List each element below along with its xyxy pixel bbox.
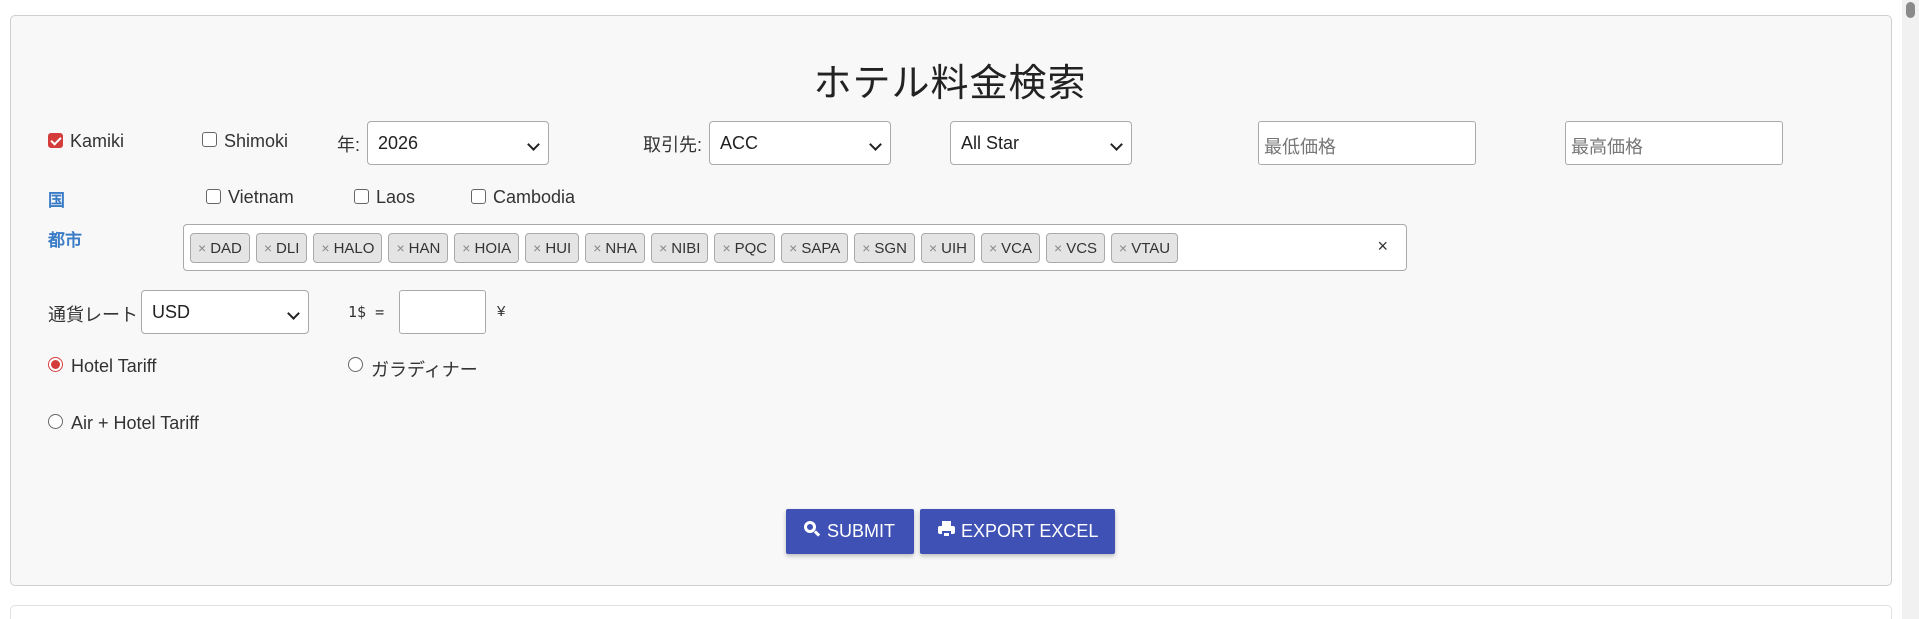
kamiki-label: Kamiki [70, 131, 125, 151]
export-label: EXPORT EXCEL [961, 521, 1099, 541]
city-tag: × SAPA [781, 233, 849, 263]
shimoki-checkbox[interactable] [202, 132, 217, 147]
city-multiselect[interactable]: × DAD × DLI × HALO × HAN × HOIA × HUI × NHA × NIBI × PQC ×… [183, 224, 1407, 271]
city-tag-label: HALO [333, 240, 375, 257]
remove-tag-icon[interactable]: × [929, 240, 937, 262]
max-price-input[interactable]: 最高価格 [1565, 121, 1783, 165]
city-tag: × HOIA [454, 233, 520, 263]
city-tag-label: HAN [408, 240, 441, 257]
remove-tag-icon[interactable]: × [593, 240, 601, 262]
rate-input[interactable] [399, 290, 486, 334]
city-tag-label: NIBI [671, 240, 701, 257]
laos-label: Laos [376, 187, 416, 207]
partner-select[interactable]: ACC [709, 121, 891, 165]
page-title: ホテル料金検索 [813, 61, 1087, 105]
remove-tag-icon[interactable]: × [198, 240, 206, 262]
hotel-tariff-label: Hotel Tariff [71, 356, 157, 376]
partner-select-value: ACC [720, 133, 759, 153]
remove-tag-icon[interactable]: × [264, 240, 272, 262]
chevron-down-icon [527, 138, 540, 151]
remove-tag-icon[interactable]: × [659, 240, 667, 262]
chevron-down-icon [869, 138, 882, 151]
remove-tag-icon[interactable]: × [862, 240, 870, 262]
city-tag: × HAN [388, 233, 449, 263]
currency-select[interactable]: USD [141, 290, 309, 334]
max-price-placeholder: 最高価格 [1571, 137, 1643, 157]
remove-tag-icon[interactable]: × [789, 240, 797, 262]
city-tag-label: DLI [276, 240, 300, 257]
remove-tag-icon[interactable]: × [396, 240, 404, 262]
cambodia-checkbox[interactable] [471, 189, 486, 204]
city-tag-label: SGN [874, 240, 907, 257]
remove-tag-icon[interactable]: × [722, 240, 730, 262]
remove-tag-icon[interactable]: × [533, 240, 541, 262]
city-tag-label: VCS [1066, 240, 1098, 257]
min-price-placeholder: 最低価格 [1264, 137, 1336, 157]
city-tag: × SGN [854, 233, 915, 263]
city-tag: × VTAU [1111, 233, 1179, 263]
city-label: 都市 [48, 231, 82, 250]
city-tag: × HUI [525, 233, 580, 263]
vietnam-label: Vietnam [228, 187, 294, 207]
city-tag: × HALO [313, 233, 383, 263]
laos-checkbox[interactable] [354, 189, 369, 204]
city-tag-label: VTAU [1131, 240, 1171, 257]
city-tag: × PQC [714, 233, 776, 263]
year-select-value: 2026 [378, 133, 419, 153]
city-tag-label: HUI [545, 240, 572, 257]
city-tag: × VCS [1046, 233, 1106, 263]
city-tag-label: SAPA [801, 240, 841, 257]
gala-dinner-label: ガラディナー [371, 360, 478, 380]
gala-dinner-radio[interactable] [348, 357, 363, 372]
cambodia-label: Cambodia [493, 187, 576, 207]
city-tag-label: PQC [734, 240, 768, 257]
export-excel-button[interactable]: EXPORT EXCEL [920, 509, 1115, 554]
city-tag: × VCA [980, 233, 1040, 263]
city-tag-label: VCA [1001, 240, 1032, 257]
chevron-down-icon [287, 307, 300, 320]
remove-tag-icon[interactable]: × [462, 240, 470, 262]
rate-prefix: 1$ = [348, 303, 385, 321]
min-price-input[interactable]: 最低価格 [1258, 121, 1476, 165]
city-tag-label: HOIA [474, 240, 512, 257]
shimoki-label: Shimoki [224, 131, 289, 151]
star-select[interactable]: All Star [950, 121, 1132, 165]
city-tag-label: UIH [941, 240, 967, 257]
air-hotel-tariff-radio[interactable] [48, 414, 63, 429]
country-label: 国 [48, 191, 65, 210]
yen-symbol: ¥ [497, 303, 506, 320]
results-panel [10, 605, 1892, 619]
city-tag: × UIH [920, 233, 975, 263]
city-tag: × NHA [585, 233, 646, 263]
remove-tag-icon[interactable]: × [321, 240, 329, 262]
page-scrollbar[interactable] [1902, 0, 1919, 619]
scrollbar-thumb[interactable] [1906, 2, 1915, 18]
search-icon [804, 521, 821, 538]
year-select[interactable]: 2026 [367, 121, 549, 165]
vietnam-checkbox[interactable] [206, 189, 221, 204]
currency-label: 通貨レート [48, 305, 138, 325]
printer-icon [938, 521, 955, 538]
partner-label: 取引先: [643, 135, 703, 155]
city-tag: × DLI [255, 233, 308, 263]
year-label: 年: [337, 135, 361, 155]
city-tag: × DAD [190, 233, 250, 263]
clear-all-icon[interactable]: × [1377, 236, 1388, 257]
remove-tag-icon[interactable]: × [1054, 240, 1062, 262]
kamiki-checkbox[interactable] [48, 133, 63, 148]
remove-tag-icon[interactable]: × [1119, 240, 1127, 262]
city-tag: × NIBI [651, 233, 709, 263]
star-select-value: All Star [961, 133, 1020, 153]
chevron-down-icon [1110, 138, 1123, 151]
currency-select-value: USD [152, 302, 191, 322]
city-tag-label: NHA [605, 240, 638, 257]
city-tag-label: DAD [210, 240, 242, 257]
submit-label: SUBMIT [827, 521, 896, 541]
submit-button[interactable]: SUBMIT [786, 509, 914, 554]
hotel-tariff-radio[interactable] [48, 357, 63, 372]
city-tag-list: × DAD × DLI × HALO × HAN × HOIA × HUI × NHA × NIBI × PQC ×… [190, 233, 1179, 263]
air-hotel-tariff-label: Air + Hotel Tariff [71, 413, 199, 433]
remove-tag-icon[interactable]: × [989, 240, 997, 262]
